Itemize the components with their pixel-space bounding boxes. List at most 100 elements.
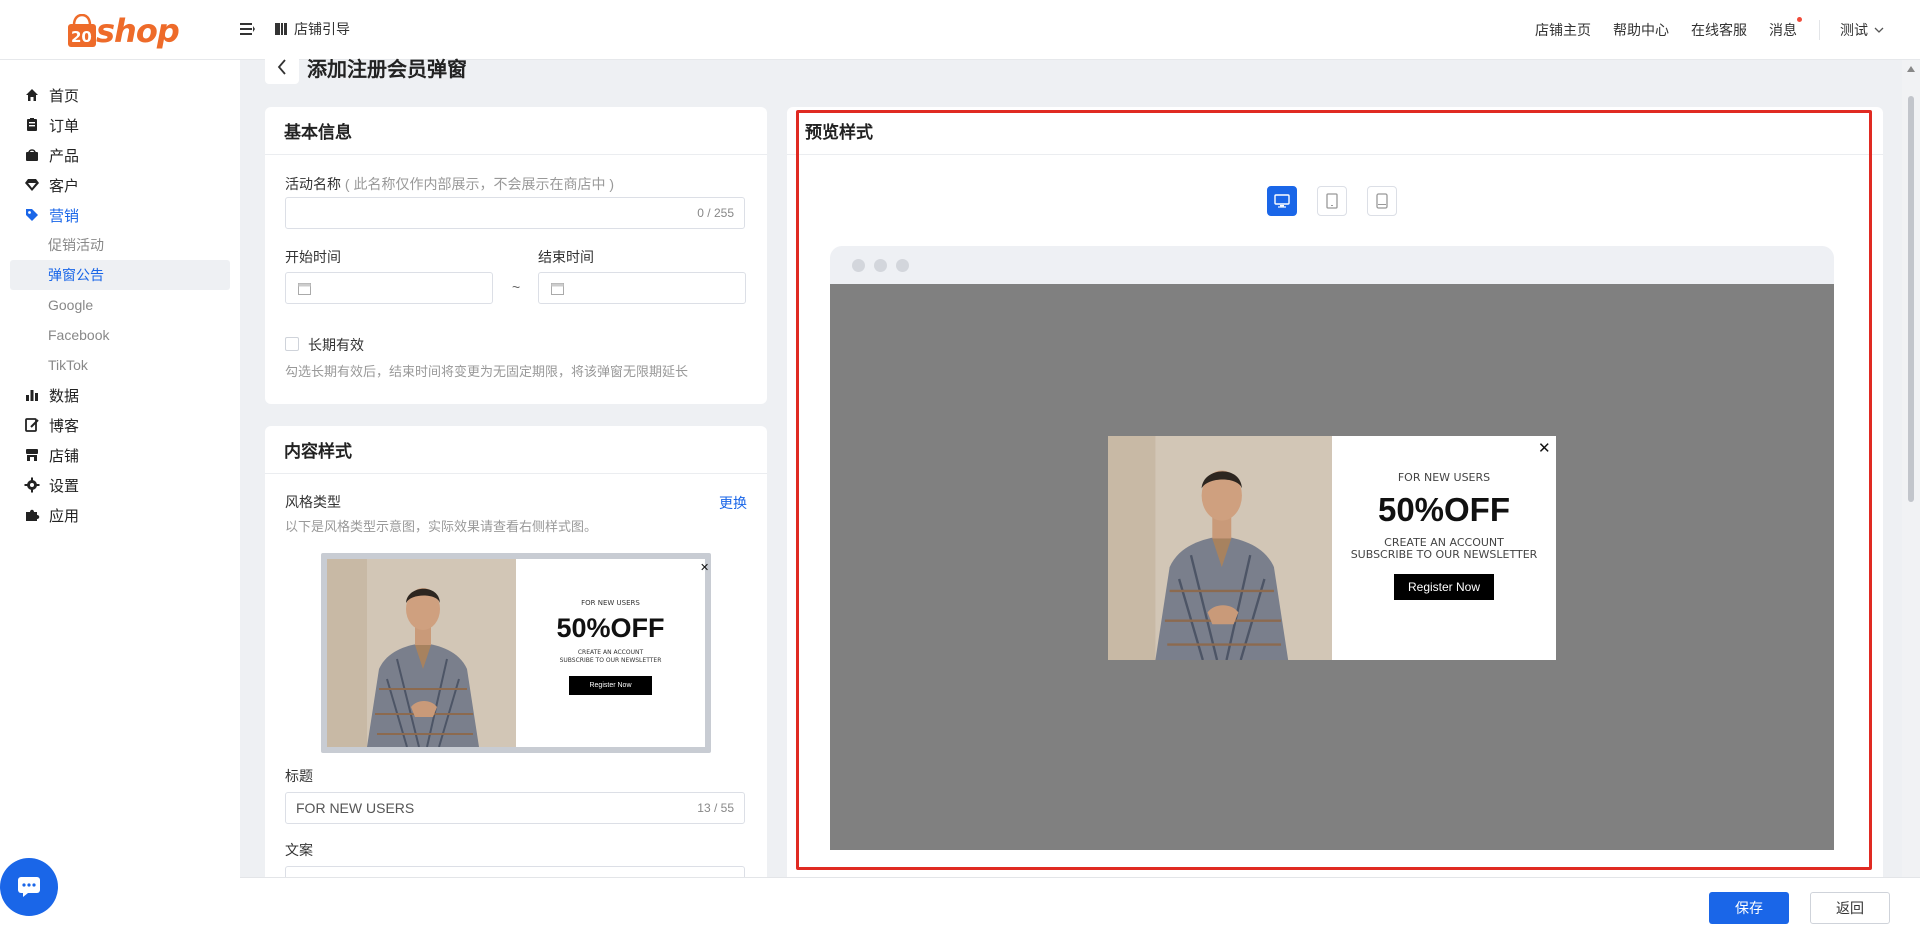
sidebar-item-settings[interactable]: 设置 [10,470,230,500]
svg-text:20: 20 [71,28,92,46]
field-label: 活动名称 [285,176,341,192]
long-term-checkbox[interactable] [285,337,299,351]
customer-icon [25,179,39,191]
thumbnail-line2: SUBSCRIBE TO OUR NEWSLETTER [559,657,662,664]
basic-info-card: 基本信息 活动名称 ( 此名称仅作内部展示，不会展示在商店中 ) 0 / 255… [265,107,767,404]
mobile-icon [1376,193,1388,209]
activity-name-input[interactable]: 0 / 255 [285,197,745,229]
sidebar-item-label: 设置 [49,477,80,495]
thumbnail-line1: CREATE AN ACCOUNT [577,649,644,656]
sidebar-item-label: 产品 [49,147,80,165]
model-photo-illustration [327,559,516,747]
page-heading: 添加注册会员弹窗 [265,50,467,84]
sidebar-item-products[interactable]: 产品 [10,140,230,170]
sidebar-item-label: 订单 [49,117,80,135]
sidebar-item-label: 店铺 [49,447,80,465]
messages-link[interactable]: 消息 [1769,17,1802,40]
preview-model-photo [1108,436,1332,660]
user-menu[interactable]: 测试 [1840,20,1884,40]
end-time-label: 结束时间 [538,249,594,265]
menu-toggle-icon[interactable] [238,20,256,38]
store-guide-link[interactable]: 店铺引导 [274,19,350,39]
long-term-hint: 勾选长期有效后，结束时间将变更为无固定期限，将该弹窗无限期延长 [285,364,689,379]
sidebar-subitem-popups[interactable]: 弹窗公告 [10,260,230,290]
marketing-tag-icon [26,209,38,221]
start-time-input[interactable] [285,272,493,304]
sidebar-item-label: 博客 [49,417,80,435]
sidebar-item-label: 应用 [49,507,80,525]
heading-field-label: 标题 [285,768,313,784]
scrollbar-thumb[interactable] [1908,96,1914,502]
chat-support-button[interactable] [0,858,58,916]
sidebar-item-blog[interactable]: 博客 [10,410,230,440]
popup-headline: 50%OFF [1377,491,1511,528]
store-home-link[interactable]: 店铺主页 [1535,20,1591,40]
scroll-up-icon [1907,66,1915,72]
sidebar-item-orders[interactable]: 订单 [10,110,230,140]
input-value: FOR NEW USERS [296,800,415,816]
sidebar-item-marketing[interactable]: 营销 [10,200,230,230]
page-scrollbar[interactable] [1902,60,1920,877]
sidebar-item-label: 营销 [49,207,80,225]
product-icon [26,149,38,161]
page-title: 添加注册会员弹窗 [307,58,467,81]
order-icon [27,118,37,131]
calendar-icon [298,283,311,295]
card-title: 基本信息 [265,107,767,155]
name-field-label: 活动名称 ( 此名称仅作内部展示，不会展示在商店中 ) [285,174,614,194]
copy-field-label: 文案 [285,842,313,858]
change-style-link[interactable]: 更换 [719,493,747,513]
sidebar-subitem-promotions[interactable]: 促销活动 [10,230,230,260]
top-links: 店铺主页 帮助中心 在线客服 消息 测试 [1535,0,1920,60]
end-time-input[interactable] [538,272,746,304]
start-time-label: 开始时间 [285,249,341,265]
sidebar-item-customers[interactable]: 客户 [10,170,230,200]
sidebar-item-apps[interactable]: 应用 [10,500,230,530]
thumbnail-text: FOR NEW USERS 50%OFF CREATE AN ACCOUNT S… [516,599,705,695]
thumbnail-eyebrow: FOR NEW USERS [581,599,640,607]
puzzle-icon [26,509,40,521]
store-icon [26,449,38,461]
unread-dot [1797,17,1802,22]
save-button[interactable]: 保存 [1709,892,1789,924]
heading-input[interactable]: FOR NEW USERS 13 / 55 [285,792,745,824]
long-term-label: 长期有效 [308,337,364,353]
browser-mockup: ✕ FOR NEW USERS 50%OFF CREATE AN ACCOUNT… [830,246,1834,850]
sidebar-item-store[interactable]: 店铺 [10,440,230,470]
popup-register-button[interactable]: Register Now [1393,574,1495,600]
thumbnail-register-button: Register Now [569,676,652,695]
char-counter: 0 / 255 [697,206,734,220]
content-style-card: 内容样式 风格类型 更换 以下是风格类型示意图，实际效果请查看右侧样式图。 ✕ … [265,426,767,906]
sidebar-subitem-facebook[interactable]: Facebook [10,320,230,350]
field-hint: ( 此名称仅作内部展示，不会展示在商店中 ) [344,176,614,192]
window-dot [852,259,865,272]
back-arrow-button[interactable] [265,50,299,84]
style-thumbnail[interactable]: ✕ FOR NEW USERS 50%OFF CREATE AN ACCOUNT… [321,553,711,753]
tablet-view-button[interactable] [1317,186,1347,216]
style-type-label: 风格类型 [285,494,341,510]
return-button[interactable]: 返回 [1810,892,1890,924]
logo[interactable]: 20 shop [66,12,180,50]
sidebar-item-label: 数据 [49,387,80,405]
sidebar-nav: 首页 订单 产品 客户 营销 促销活动 弹窗公告 Google Facebook… [10,80,230,530]
thumbnail-popup: ✕ FOR NEW USERS 50%OFF CREATE AN ACCOUNT… [327,559,709,747]
mobile-view-button[interactable] [1367,186,1397,216]
blog-icon [25,418,39,432]
window-dot [874,259,887,272]
gear-icon [24,477,40,493]
sidebar-subitem-google[interactable]: Google [10,290,230,320]
thumbnail-model-photo [327,559,516,747]
logo-text: shop [96,12,180,50]
desktop-view-button[interactable] [1267,186,1297,216]
sidebar-item-data[interactable]: 数据 [10,380,230,410]
sidebar-subitem-tiktok[interactable]: TikTok [10,350,230,380]
messages-label: 消息 [1769,22,1797,38]
desktop-icon [1274,194,1290,208]
sidebar-item-home[interactable]: 首页 [10,80,230,110]
card-title: 内容样式 [265,426,767,474]
chart-icon [26,390,38,401]
tablet-icon [1326,193,1338,209]
help-center-link[interactable]: 帮助中心 [1613,20,1669,40]
popup-line2: SUBSCRIBE TO OUR NEWSLETTER [1350,548,1538,561]
online-support-link[interactable]: 在线客服 [1691,20,1747,40]
